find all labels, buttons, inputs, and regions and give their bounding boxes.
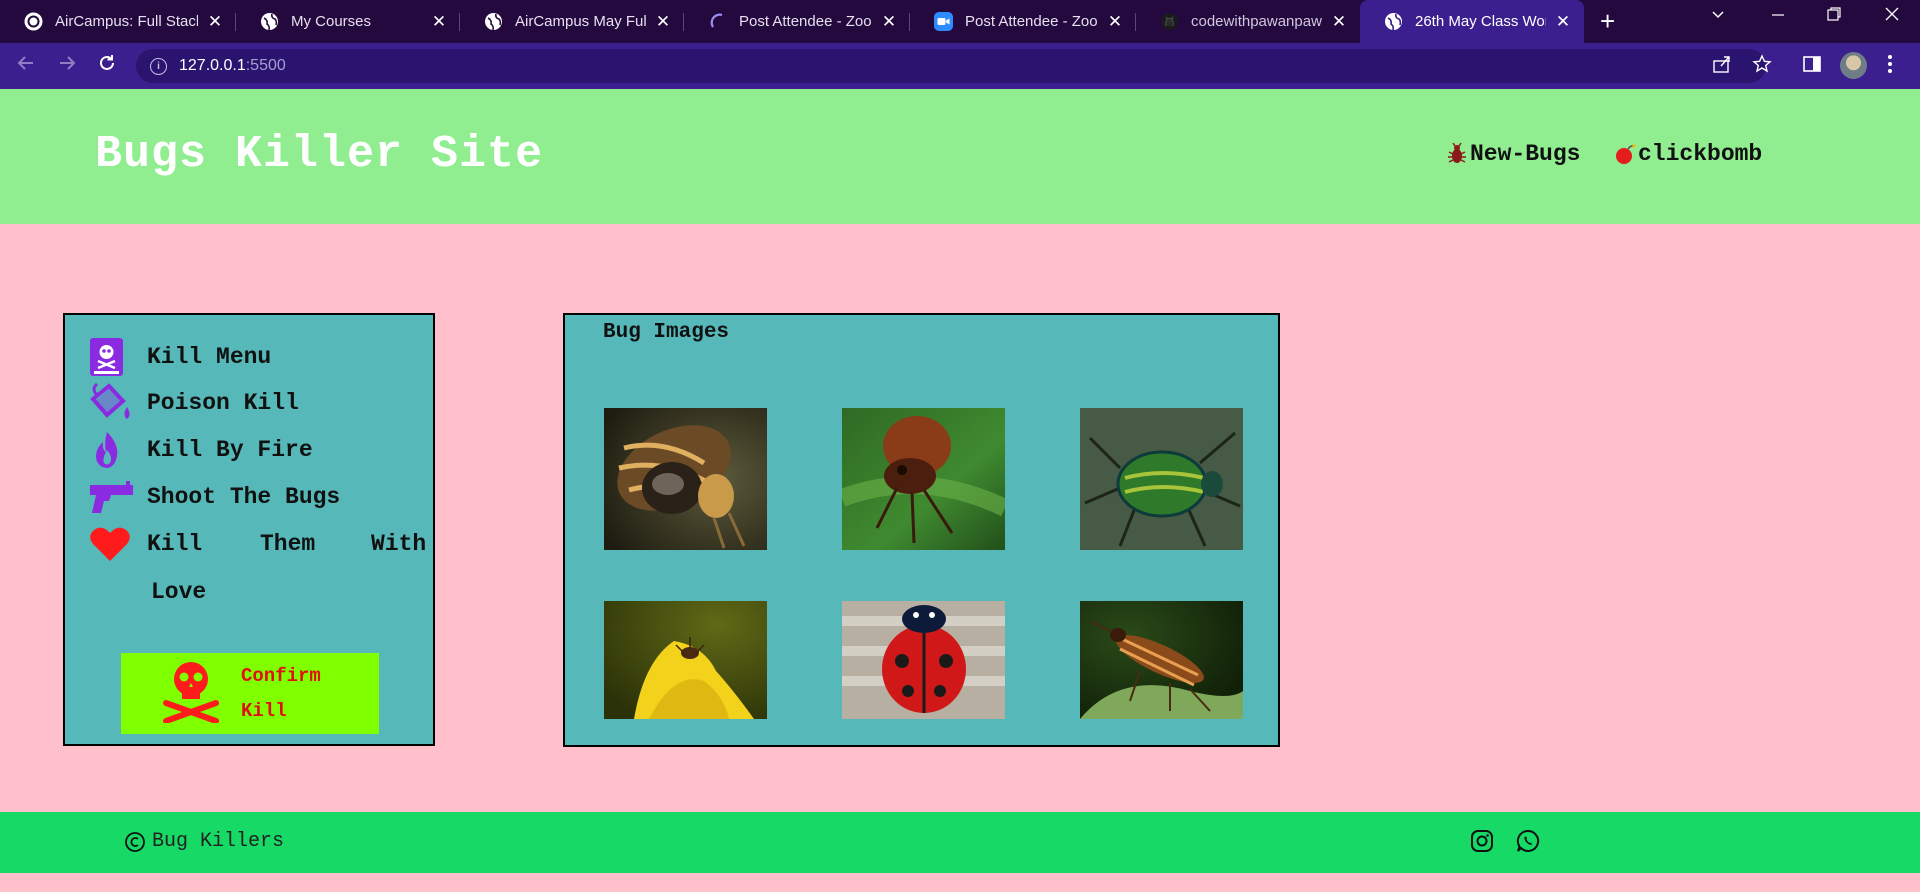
- confirm-kill-button[interactable]: Confirm Kill: [121, 653, 379, 734]
- browser-tab[interactable]: AirCampus May Full S ✕: [460, 4, 684, 39]
- bug-image-red-ant: [842, 408, 1005, 550]
- close-icon[interactable]: ✕: [880, 12, 898, 32]
- bug-icon: [1446, 143, 1468, 165]
- bomb-icon: [1614, 143, 1636, 165]
- copyright-icon: [124, 831, 146, 853]
- love-label-wrap: Love: [151, 579, 206, 605]
- bug-image-ladybug: [842, 601, 1005, 719]
- globe-icon: [260, 12, 279, 31]
- menu-item-label: Poison Kill: [147, 390, 299, 416]
- confirm-line1: Confirm: [241, 664, 321, 687]
- bookmark-star-icon[interactable]: [1752, 54, 1772, 79]
- minimize-icon[interactable]: [1770, 6, 1786, 27]
- browser-tab[interactable]: codewithpawanpawar ✕: [1136, 4, 1360, 39]
- browser-toolbar: i 127.0.0.1:5500: [0, 43, 1920, 89]
- window-close-icon[interactable]: [1884, 6, 1900, 27]
- confirm-line2: Kill: [241, 699, 287, 722]
- reload-icon[interactable]: [97, 53, 117, 79]
- menu-item-label: Kill Menu: [147, 344, 272, 370]
- close-icon[interactable]: ✕: [1106, 12, 1124, 32]
- bug-image-hoverfly: [604, 408, 767, 550]
- bug-images-box: Bug Images: [563, 313, 1280, 747]
- browser-tab-active[interactable]: 26th May Class Work ✕: [1360, 0, 1584, 43]
- page-bottom: [0, 873, 1920, 892]
- bug-images-heading: Bug Images: [603, 321, 730, 344]
- instagram-icon[interactable]: [1470, 829, 1494, 858]
- site-footer: Bug Killers: [0, 812, 1920, 873]
- zoom-icon: [934, 12, 953, 31]
- restore-icon[interactable]: [1826, 6, 1842, 27]
- nav-link-clickbomb[interactable]: clickbomb: [1614, 141, 1762, 167]
- close-icon[interactable]: ✕: [430, 12, 448, 32]
- tab-search-icon[interactable]: [1710, 6, 1726, 27]
- close-icon[interactable]: ✕: [1554, 12, 1572, 32]
- browser-tab[interactable]: Post Attendee - Zoom ✕: [684, 4, 910, 39]
- url-host: 127.0.0.1: [179, 57, 246, 74]
- tab-title: My Courses: [291, 13, 372, 30]
- skull-crossbones-icon: [163, 659, 219, 728]
- forward-icon[interactable]: [57, 53, 77, 79]
- tab-title: 26th May Class Work: [1415, 13, 1546, 30]
- address-bar[interactable]: i 127.0.0.1:5500: [136, 49, 1766, 83]
- side-panel-icon[interactable]: [1802, 54, 1822, 79]
- nav-link-label: clickbomb: [1638, 141, 1763, 167]
- back-icon[interactable]: [16, 53, 36, 79]
- url-port: :5500: [245, 57, 286, 74]
- poison-bucket-icon: [89, 383, 133, 423]
- menu-item-shoot-the-bugs[interactable]: Shoot The Bugs: [89, 477, 340, 517]
- github-icon: [1160, 12, 1179, 31]
- love-last-word: Love: [151, 579, 207, 605]
- browser-tab[interactable]: AirCampus: Full Stack ✕: [0, 4, 236, 39]
- fire-icon: [89, 430, 133, 470]
- tab-title: AirCampus May Full S: [515, 13, 646, 30]
- share-icon[interactable]: [1712, 54, 1732, 79]
- globe-icon: [484, 12, 503, 31]
- browser-tab[interactable]: My Courses ✕: [236, 4, 460, 39]
- love-word: Them: [260, 531, 316, 557]
- globe-icon: [1384, 12, 1403, 31]
- bug-image-green-beetle: [1080, 408, 1243, 550]
- aircampus-icon: [24, 12, 43, 31]
- close-icon[interactable]: ✕: [1330, 12, 1348, 32]
- copyright-text: Bug Killers: [152, 830, 285, 853]
- love-word: Kill: [147, 531, 203, 557]
- heart-icon: [89, 524, 133, 564]
- tab-title: Post Attendee - Zoom: [965, 13, 1098, 30]
- profile-avatar[interactable]: [1840, 52, 1867, 79]
- site-info-icon[interactable]: i: [150, 57, 167, 75]
- nav-link-label: New-Bugs: [1470, 141, 1581, 167]
- close-icon[interactable]: ✕: [206, 12, 224, 32]
- skull-book-icon: [89, 337, 133, 377]
- menu-item-label: Shoot The Bugs: [147, 484, 341, 510]
- bug-image-yellow-flower: [604, 601, 767, 719]
- kill-menu-box: Kill Menu Poison Kill Kill By Fire Shoot…: [63, 313, 435, 746]
- tab-title: Post Attendee - Zoom: [739, 13, 872, 30]
- menu-item-kill-them-with-love[interactable]: Kill Them With: [89, 524, 426, 564]
- gun-icon: [89, 477, 133, 517]
- tab-title: AirCampus: Full Stack: [55, 13, 198, 30]
- copyright: Bug Killers: [124, 830, 284, 853]
- bug-image-striped-beetle: [1080, 601, 1243, 719]
- confirm-kill-label: Confirm Kill: [241, 659, 351, 729]
- site-header: Bugs Killer Site New-Bugs clickbomb: [0, 89, 1920, 224]
- close-icon[interactable]: ✕: [654, 12, 672, 32]
- browser-tab[interactable]: Post Attendee - Zoom ✕: [910, 4, 1136, 39]
- love-word: With: [371, 531, 427, 557]
- whatsapp-icon[interactable]: [1516, 829, 1540, 858]
- menu-kebab-icon[interactable]: [1886, 54, 1894, 79]
- menu-item-label: Kill Them With: [147, 531, 426, 557]
- tab-title: codewithpawanpawar: [1191, 13, 1322, 30]
- new-tab-button[interactable]: +: [1600, 6, 1615, 36]
- site-title: Bugs Killer Site: [95, 129, 544, 180]
- menu-item-label: Kill By Fire: [147, 437, 313, 463]
- menu-item-poison-kill[interactable]: Poison Kill: [89, 383, 299, 423]
- loading-icon: [708, 12, 727, 31]
- menu-item-kill-menu[interactable]: Kill Menu: [89, 337, 271, 377]
- menu-item-kill-by-fire[interactable]: Kill By Fire: [89, 430, 313, 470]
- nav-link-new-bugs[interactable]: New-Bugs: [1446, 141, 1580, 167]
- browser-tab-bar: AirCampus: Full Stack ✕ My Courses ✕ Air…: [0, 0, 1920, 43]
